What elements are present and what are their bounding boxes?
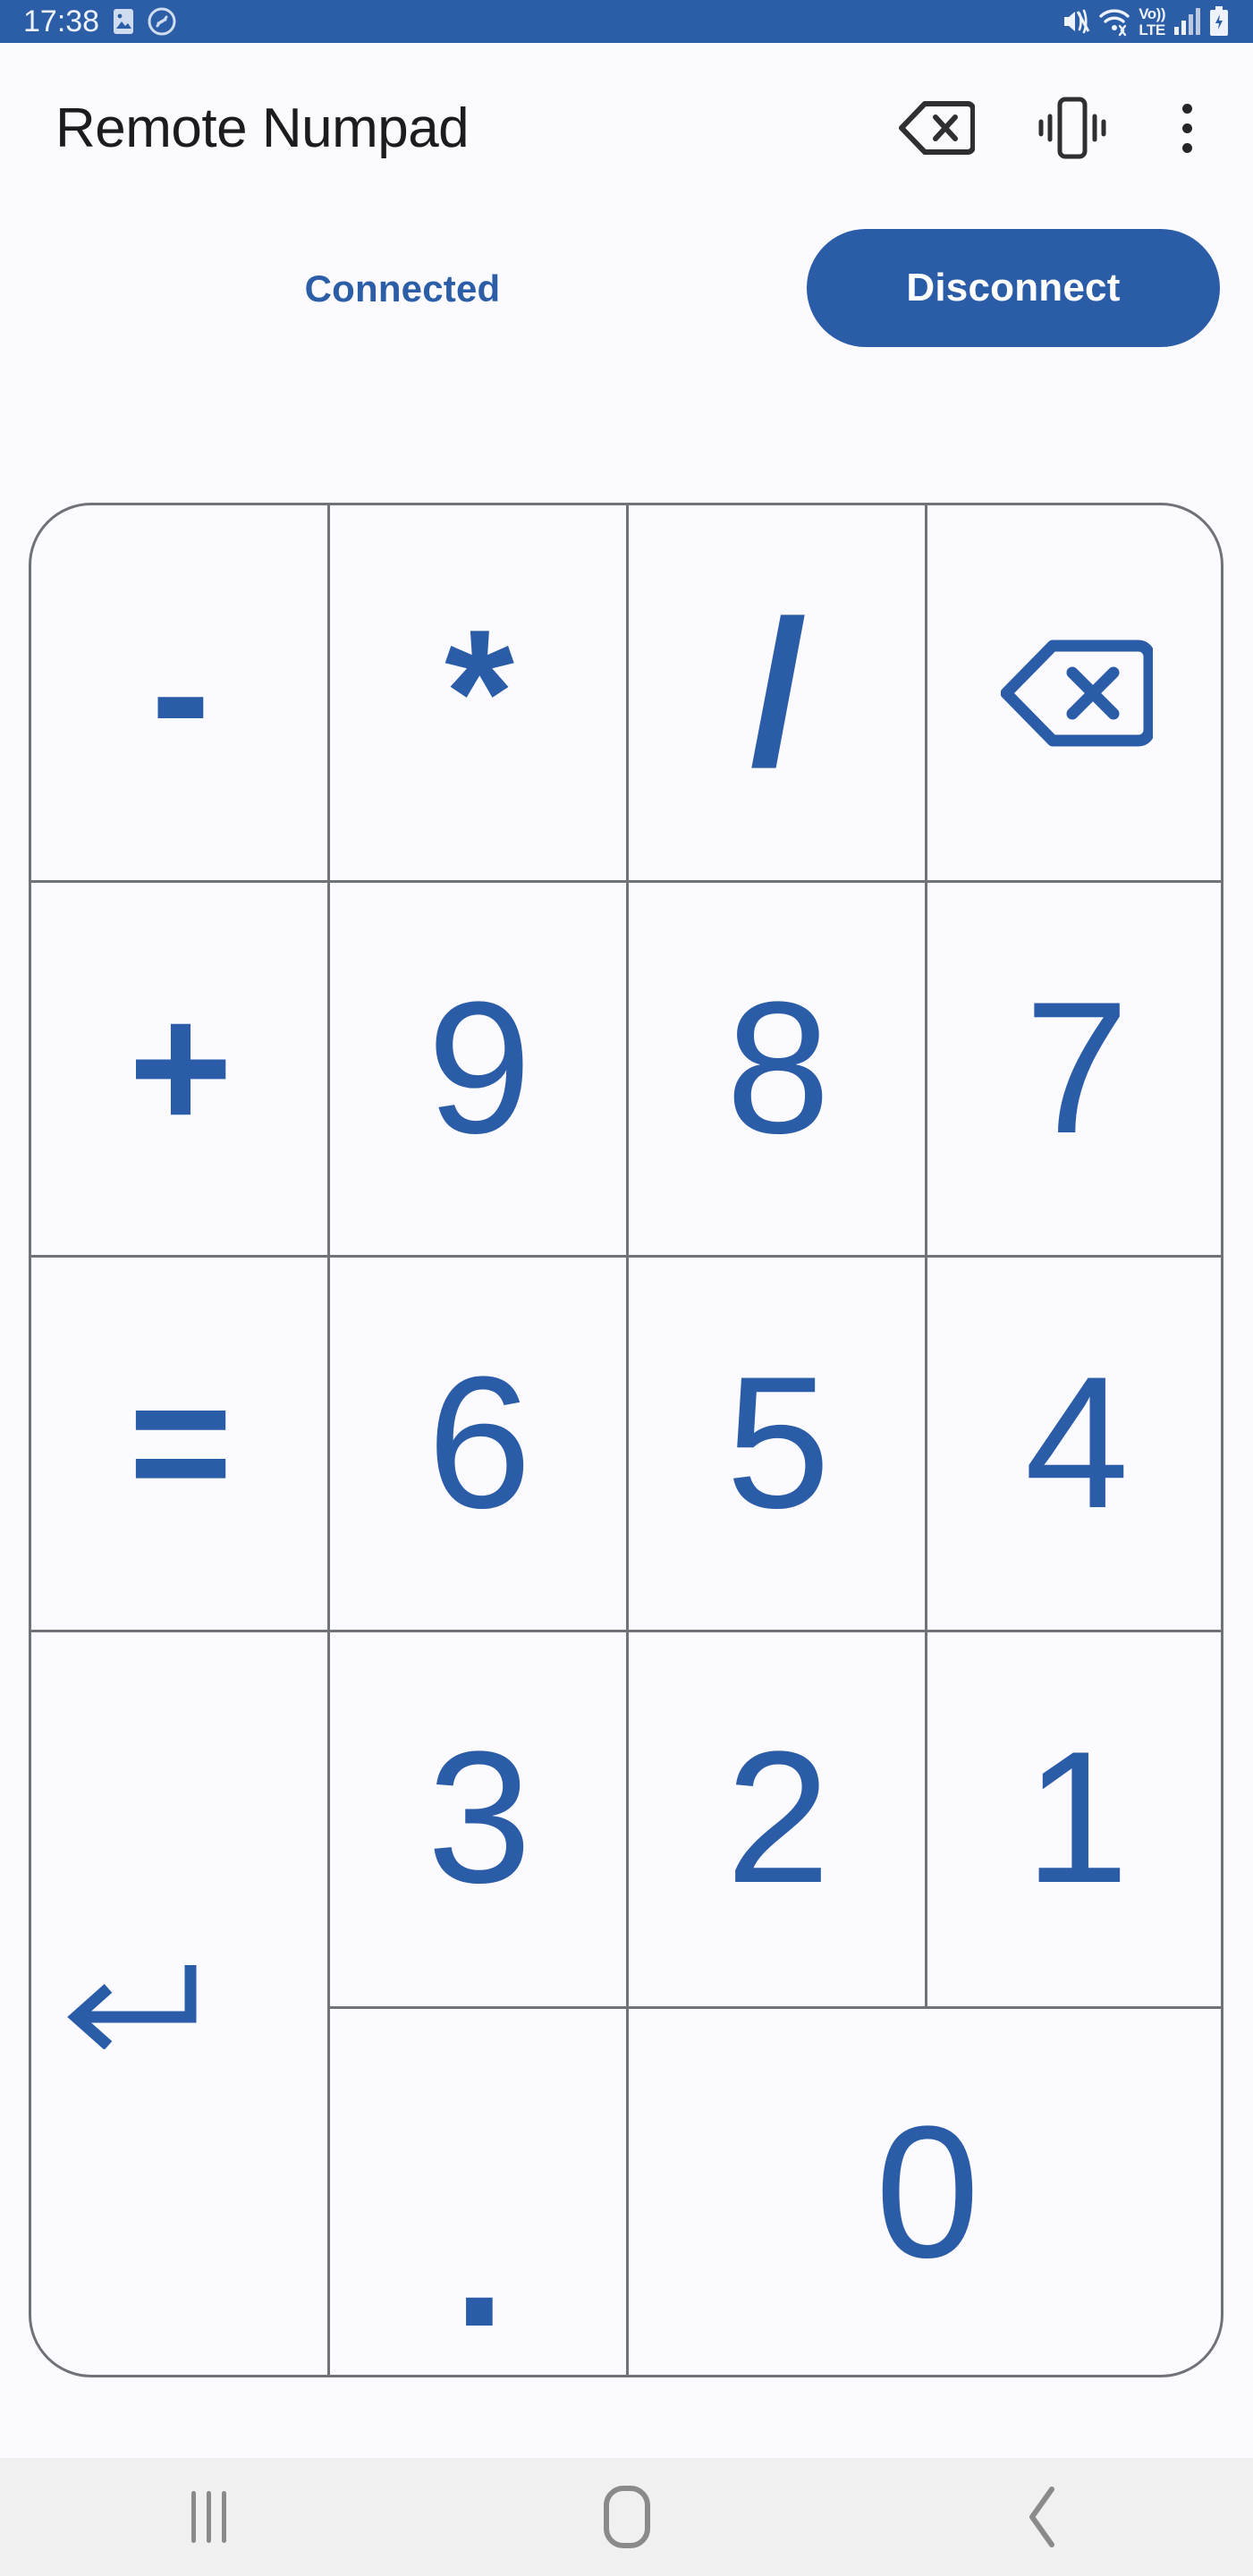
key-minus-label: -	[150, 592, 211, 792]
overflow-menu-button[interactable]	[1170, 103, 1205, 153]
status-bar-right: Vo)) LTE	[1060, 6, 1230, 38]
status-bar-left: 17:38	[23, 4, 176, 39]
kebab-dot	[1182, 103, 1192, 114]
backspace-action-button[interactable]	[898, 100, 975, 156]
key-equals-label: =	[128, 1342, 233, 1542]
backspace-icon	[899, 101, 975, 155]
key-period-label: .	[453, 2155, 506, 2366]
battery-charging-icon	[1208, 6, 1230, 37]
key-period[interactable]: .	[330, 2005, 629, 2375]
key-7[interactable]: 7	[927, 880, 1221, 1255]
key-0[interactable]: 0	[629, 2005, 1221, 2375]
key-9[interactable]: 9	[330, 880, 629, 1255]
app-root: 17:38 Vo)) LTE Remote Numpad Connected D…	[0, 0, 1253, 2576]
image-icon	[112, 8, 135, 35]
key-3-label: 3	[427, 1712, 532, 1923]
home-icon	[603, 2486, 650, 2548]
key-asterisk[interactable]: *	[330, 505, 629, 880]
key-8-label: 8	[725, 962, 831, 1173]
disconnect-button[interactable]: Disconnect	[807, 229, 1220, 347]
nav-home-button[interactable]	[538, 2458, 716, 2576]
vibrate-action-button[interactable]	[1030, 97, 1114, 159]
connection-row: Connected Disconnect	[0, 213, 1253, 365]
key-9-label: 9	[427, 962, 532, 1173]
key-4-label: 4	[1024, 1336, 1130, 1547]
connection-status-label: Connected	[304, 267, 501, 309]
app-bar: Remote Numpad	[0, 43, 1253, 213]
key-asterisk-label: *	[444, 592, 514, 792]
backspace-icon	[1001, 640, 1153, 747]
key-plus-label: +	[128, 967, 233, 1167]
key-slash[interactable]: /	[629, 505, 927, 880]
mute-vibrate-icon	[1060, 6, 1090, 37]
key-slash-label: /	[749, 577, 807, 808]
wifi-icon	[1098, 6, 1130, 37]
kebab-dot	[1182, 123, 1192, 133]
key-0-label: 0	[875, 2087, 980, 2298]
app-bar-actions	[898, 97, 1205, 159]
vibrate-icon	[1038, 97, 1106, 159]
key-backspace[interactable]	[927, 505, 1221, 880]
enter-arrow-icon	[67, 1964, 197, 2049]
volte-icon: Vo)) LTE	[1139, 4, 1165, 38]
cellular-signal-icon	[1173, 7, 1200, 36]
back-chevron-icon	[1029, 2487, 1054, 2547]
kebab-dot	[1182, 142, 1192, 153]
key-8[interactable]: 8	[629, 880, 927, 1255]
shazam-icon	[148, 7, 176, 36]
key-6[interactable]: 6	[330, 1255, 629, 1630]
key-5-label: 5	[725, 1336, 831, 1547]
status-bar-clock: 17:38	[23, 4, 100, 38]
numpad-grid: - * / +9 8 7 = 6 5 4 3 2 1. 0	[29, 503, 1223, 2377]
key-plus[interactable]: +	[31, 880, 330, 1255]
key-2[interactable]: 2	[629, 1631, 927, 2005]
key-equals[interactable]: =	[31, 1255, 330, 1630]
key-minus[interactable]: -	[31, 505, 330, 880]
key-5[interactable]: 5	[629, 1255, 927, 1630]
key-enter[interactable]	[31, 1631, 330, 2375]
key-2-label: 2	[725, 1712, 831, 1923]
key-6-label: 6	[427, 1336, 532, 1547]
android-nav-bar	[0, 2458, 1253, 2576]
key-1-label: 1	[1024, 1712, 1130, 1923]
key-7-label: 7	[1024, 962, 1130, 1173]
status-bar: 17:38 Vo)) LTE	[0, 0, 1253, 43]
page-title: Remote Numpad	[55, 97, 470, 159]
key-4[interactable]: 4	[927, 1255, 1221, 1630]
recents-icon	[191, 2491, 226, 2543]
key-1[interactable]: 1	[927, 1631, 1221, 2005]
key-3[interactable]: 3	[330, 1631, 629, 2005]
nav-recents-button[interactable]	[120, 2458, 299, 2576]
nav-back-button[interactable]	[955, 2458, 1134, 2576]
